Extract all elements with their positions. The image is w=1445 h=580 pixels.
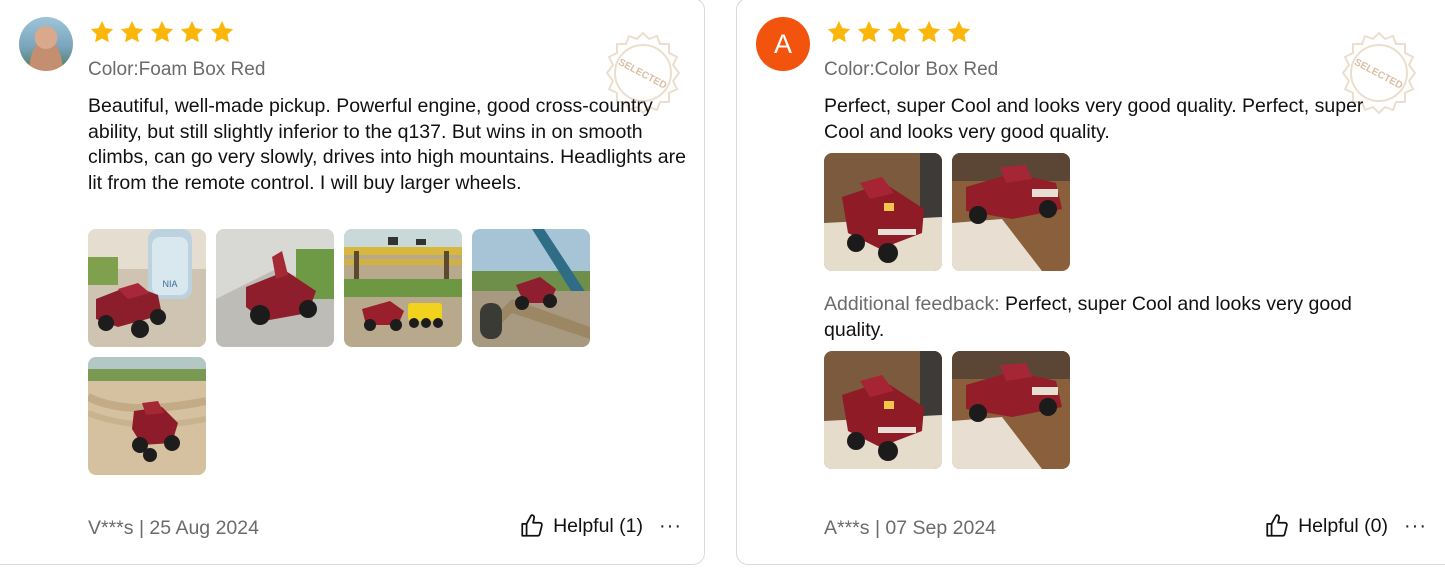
star-icon [179, 19, 205, 45]
svg-text:NIA: NIA [162, 279, 177, 289]
helpful-button[interactable]: Helpful (1) [553, 515, 643, 538]
review-photos [824, 153, 1084, 271]
review-photos: NIA [88, 229, 608, 475]
additional-photos [824, 351, 1084, 469]
review-photo[interactable] [824, 153, 942, 271]
star-icon [826, 19, 852, 45]
selected-badge-label: SELECTED [1352, 57, 1404, 92]
thumbs-up-icon[interactable] [1264, 513, 1290, 539]
thumbs-up-icon[interactable] [519, 513, 545, 539]
more-options-icon[interactable]: ··· [1404, 516, 1427, 536]
more-options-icon[interactable]: ··· [659, 516, 682, 536]
review-photo[interactable] [472, 229, 590, 347]
star-icon [856, 19, 882, 45]
review-author-date: A***s | 07 Sep 2024 [824, 517, 997, 539]
star-rating [89, 19, 235, 45]
review-photo[interactable] [824, 351, 942, 469]
variant-color: Color:Color Box Red [824, 59, 999, 80]
review-photo[interactable] [952, 153, 1070, 271]
star-icon [119, 19, 145, 45]
avatar [19, 17, 73, 71]
review-text: Beautiful, well-made pickup. Powerful en… [88, 95, 686, 194]
selected-badge-label: SELECTED [616, 57, 668, 92]
review-card: SELECTED Color:Foam Box Red Beautiful, w… [0, 0, 705, 565]
variant-color: Color:Foam Box Red [88, 59, 266, 80]
helpful-group: Helpful (0) ··· [1264, 513, 1427, 539]
star-icon [946, 19, 972, 45]
star-icon [886, 19, 912, 45]
avatar: A [756, 17, 810, 71]
review-text: Perfect, super Cool and looks very good … [824, 95, 1364, 143]
additional-feedback: Additional feedback: Perfect, super Cool… [824, 292, 1404, 343]
helpful-button[interactable]: Helpful (0) [1298, 515, 1388, 538]
star-icon [209, 19, 235, 45]
star-rating [826, 19, 972, 45]
review-photo[interactable]: NIA [88, 229, 206, 347]
review-photo[interactable] [952, 351, 1070, 469]
star-icon [149, 19, 175, 45]
review-card: A SELECTED Color:Color Box Red Perfect, … [736, 0, 1445, 565]
helpful-group: Helpful (1) ··· [519, 513, 682, 539]
star-icon [916, 19, 942, 45]
star-icon [89, 19, 115, 45]
review-author-date: V***s | 25 Aug 2024 [88, 517, 259, 539]
review-photo[interactable] [216, 229, 334, 347]
additional-feedback-label: Additional feedback: [824, 293, 1000, 315]
review-photo[interactable] [88, 357, 206, 475]
review-photo[interactable] [344, 229, 462, 347]
